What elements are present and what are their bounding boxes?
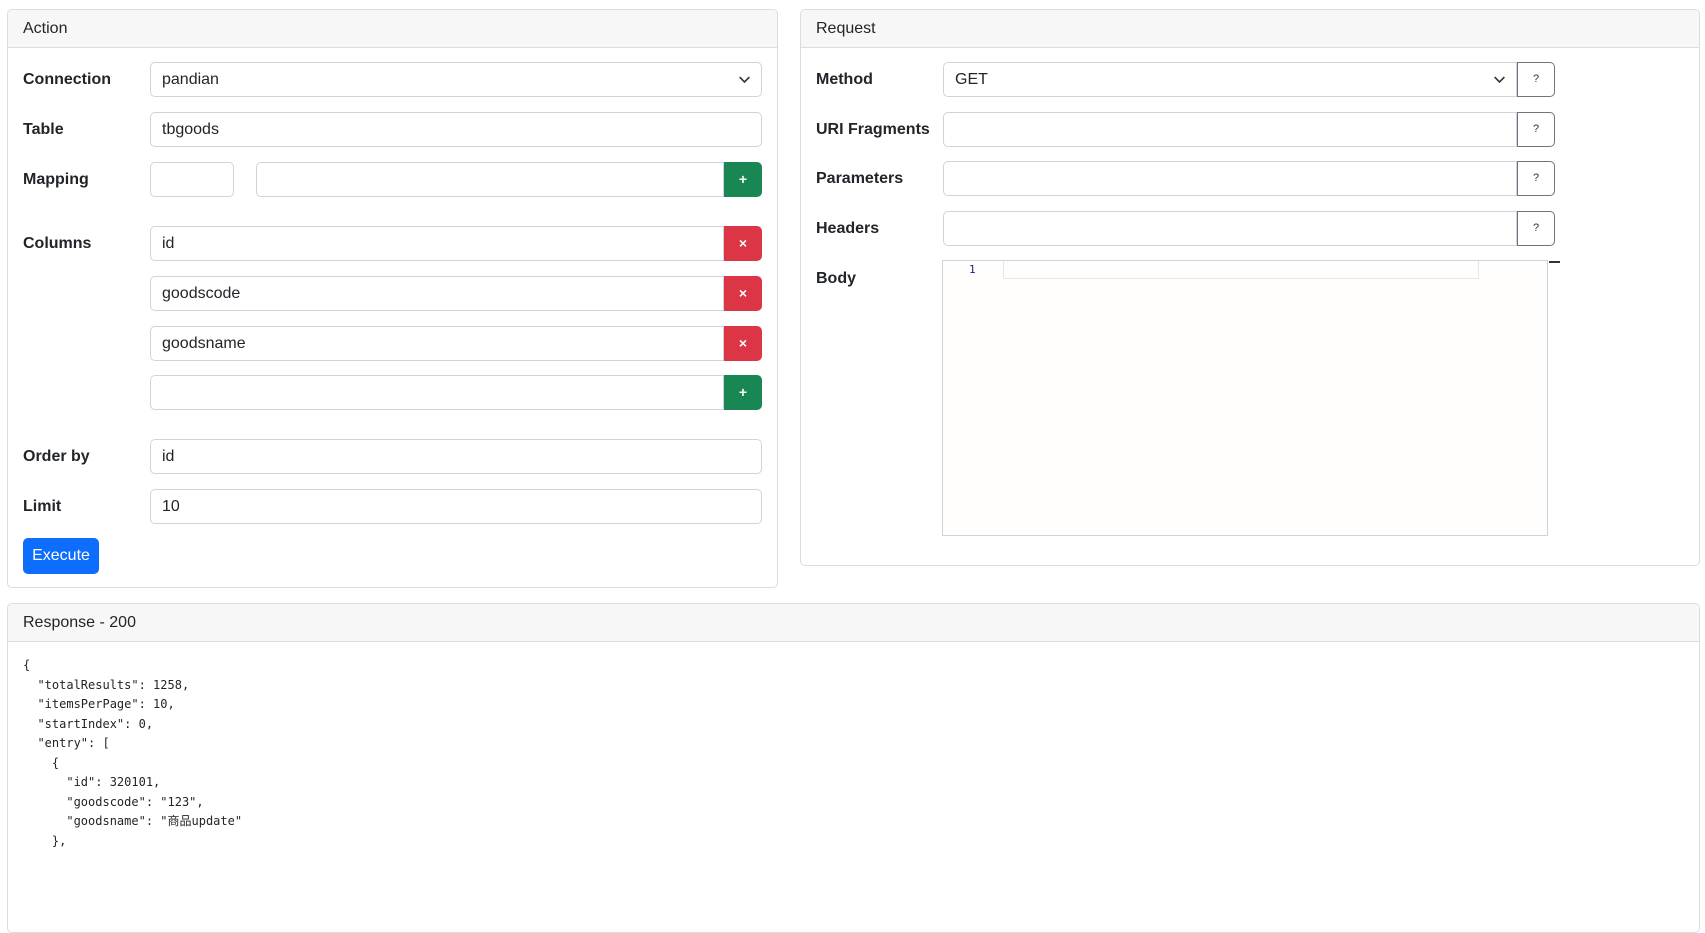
response-card: Response - 200 { "totalResults": 1258, "…	[7, 603, 1700, 933]
uri-fragments-input[interactable]	[943, 112, 1517, 147]
column-input[interactable]: goodscode	[150, 276, 724, 311]
uri-fragments-label: URI Fragments	[816, 121, 930, 138]
mapping-label: Mapping	[23, 171, 89, 188]
headers-input[interactable]	[943, 211, 1517, 246]
limit-input[interactable]: 10	[150, 489, 762, 524]
response-card-title: Response - 200	[8, 604, 1699, 642]
uri-fragments-help-button[interactable]: ?	[1517, 112, 1555, 147]
body-editor[interactable]: 1	[942, 260, 1548, 536]
column-input[interactable]: goodsname	[150, 326, 724, 361]
parameters-input[interactable]	[943, 161, 1517, 196]
table-input[interactable]: tbgoods	[150, 112, 762, 147]
headers-label: Headers	[816, 220, 880, 237]
order-by-input[interactable]: id	[150, 439, 762, 474]
active-line-highlight	[1003, 261, 1479, 279]
columns-label: Columns	[23, 235, 92, 252]
order-by-label: Order by	[23, 448, 90, 465]
parameters-label: Parameters	[816, 170, 904, 187]
line-number: 1	[969, 263, 976, 276]
mapping-key-input[interactable]	[150, 162, 234, 197]
method-value: GET	[955, 71, 988, 88]
column-add-button[interactable]: +	[724, 375, 762, 410]
execute-button[interactable]: Execute	[23, 538, 99, 574]
headers-help-button[interactable]: ?	[1517, 211, 1555, 246]
column-input[interactable]: id	[150, 226, 724, 261]
parameters-help-button[interactable]: ?	[1517, 161, 1555, 196]
action-card-title: Action	[8, 10, 777, 48]
chevron-down-icon	[1494, 76, 1505, 84]
connection-select[interactable]: pandian	[150, 62, 762, 97]
limit-label: Limit	[23, 498, 62, 515]
body-label: Body	[816, 270, 856, 287]
connection-label: Connection	[23, 71, 111, 88]
mapping-value-input[interactable]	[256, 162, 724, 197]
column-remove-button[interactable]: ×	[724, 276, 762, 311]
column-remove-button[interactable]: ×	[724, 326, 762, 361]
mapping-add-button[interactable]: +	[724, 162, 762, 197]
method-label: Method	[816, 71, 873, 88]
column-remove-button[interactable]: ×	[724, 226, 762, 261]
editor-resize-handle[interactable]	[1549, 261, 1560, 263]
method-select[interactable]: GET	[943, 62, 1517, 97]
action-card: Action Connection pandian Table tbgoods …	[7, 9, 778, 588]
chevron-down-icon	[739, 76, 750, 84]
response-body: { "totalResults": 1258, "itemsPerPage": …	[23, 658, 243, 848]
new-column-input[interactable]	[150, 375, 724, 410]
request-card-title: Request	[801, 10, 1699, 48]
connection-value: pandian	[162, 71, 219, 88]
table-label: Table	[23, 121, 64, 138]
method-help-button[interactable]: ?	[1517, 62, 1555, 97]
